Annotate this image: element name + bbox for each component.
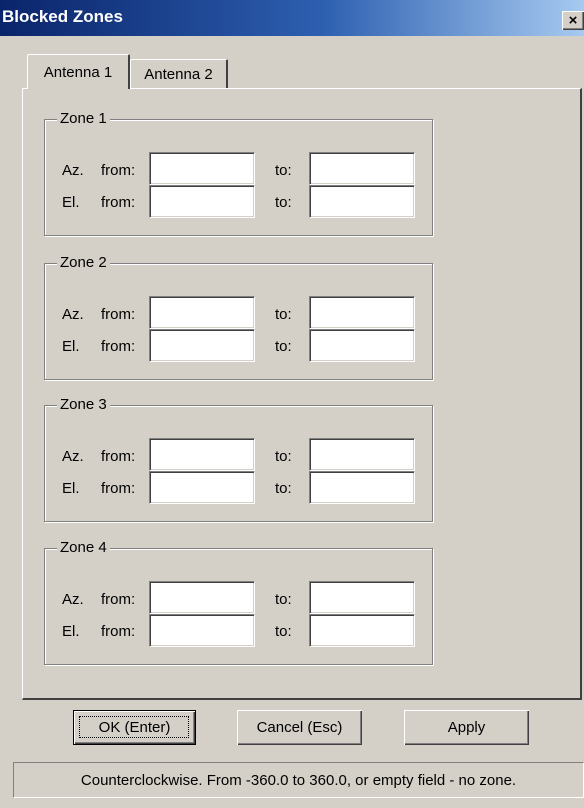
az-from-label: from: xyxy=(101,306,136,323)
zone-2-az-to-input[interactable] xyxy=(309,296,415,329)
zone-1-el-from-input[interactable] xyxy=(149,185,255,218)
az-label: Az. xyxy=(62,591,84,608)
el-label: El. xyxy=(62,338,80,355)
az-label: Az. xyxy=(62,162,84,179)
zone-2-az-from-input[interactable] xyxy=(149,296,255,329)
tab-label: Antenna 1 xyxy=(43,63,113,81)
tab-antenna-1[interactable]: Antenna 1 xyxy=(27,54,130,89)
el-to-label: to: xyxy=(275,480,292,497)
az-label: Az. xyxy=(62,306,84,323)
zone-3-az-to-input[interactable] xyxy=(309,438,415,471)
tab-antenna-2[interactable]: Antenna 2 xyxy=(130,59,228,89)
az-to-label: to: xyxy=(275,448,292,465)
focus-rect xyxy=(79,716,189,738)
az-from-label: from: xyxy=(101,591,136,608)
zone-4-az-from-input[interactable] xyxy=(149,581,255,614)
zone-4-el-from-input[interactable] xyxy=(149,614,255,647)
zone-4-label: Zone 4 xyxy=(57,538,110,558)
tab-label: Antenna 2 xyxy=(144,66,213,83)
zone-4-group: Zone 4 Az. from: to: El. from: to: xyxy=(44,538,433,665)
az-from-label: from: xyxy=(101,162,136,179)
az-to-label: to: xyxy=(275,306,292,323)
zone-2-group: Zone 2 Az. from: to: El. from: to: xyxy=(44,253,433,380)
az-to-label: to: xyxy=(275,591,292,608)
zone-1-el-to-input[interactable] xyxy=(309,185,415,218)
zone-2-label: Zone 2 xyxy=(57,253,110,273)
zone-1-az-to-input[interactable] xyxy=(309,152,415,185)
az-label: Az. xyxy=(62,448,84,465)
zone-4-el-to-input[interactable] xyxy=(309,614,415,647)
cancel-button-label: Cancel (Esc) xyxy=(256,719,343,736)
zone-3-label: Zone 3 xyxy=(57,395,110,415)
zone-2-el-from-input[interactable] xyxy=(149,329,255,362)
zone-3-el-from-input[interactable] xyxy=(149,471,255,504)
zone-3-az-from-input[interactable] xyxy=(149,438,255,471)
el-label: El. xyxy=(62,623,80,640)
title-bar: Blocked Zones × xyxy=(0,0,584,36)
zone-1-label: Zone 1 xyxy=(57,109,110,129)
el-from-label: from: xyxy=(101,480,136,497)
el-label: El. xyxy=(62,480,80,497)
ok-button[interactable]: OK (Enter) xyxy=(73,710,196,745)
el-to-label: to: xyxy=(275,338,292,355)
zone-1-group: Zone 1 Az. from: to: El. from: to: xyxy=(44,109,433,236)
zone-3-group: Zone 3 Az. from: to: El. from: to: xyxy=(44,395,433,522)
close-icon: × xyxy=(568,12,578,29)
zone-2-el-to-input[interactable] xyxy=(309,329,415,362)
blocked-zones-dialog: Blocked Zones × Antenna 1 Antenna 2 Zone… xyxy=(0,0,584,808)
zone-1-az-from-input[interactable] xyxy=(149,152,255,185)
status-bar: Counterclockwise. From -360.0 to 360.0, … xyxy=(13,762,584,798)
apply-button-label: Apply xyxy=(447,719,486,736)
apply-button[interactable]: Apply xyxy=(404,710,529,745)
el-to-label: to: xyxy=(275,623,292,640)
zone-3-el-to-input[interactable] xyxy=(309,471,415,504)
el-to-label: to: xyxy=(275,194,292,211)
cancel-button[interactable]: Cancel (Esc) xyxy=(237,710,362,745)
el-from-label: from: xyxy=(101,194,136,211)
el-label: El. xyxy=(62,194,80,211)
az-to-label: to: xyxy=(275,162,292,179)
el-from-label: from: xyxy=(101,338,136,355)
az-from-label: from: xyxy=(101,448,136,465)
close-button[interactable]: × xyxy=(562,11,584,30)
window-title: Blocked Zones xyxy=(2,7,123,26)
el-from-label: from: xyxy=(101,623,136,640)
status-text: Counterclockwise. From -360.0 to 360.0, … xyxy=(80,771,517,789)
zone-4-az-to-input[interactable] xyxy=(309,581,415,614)
